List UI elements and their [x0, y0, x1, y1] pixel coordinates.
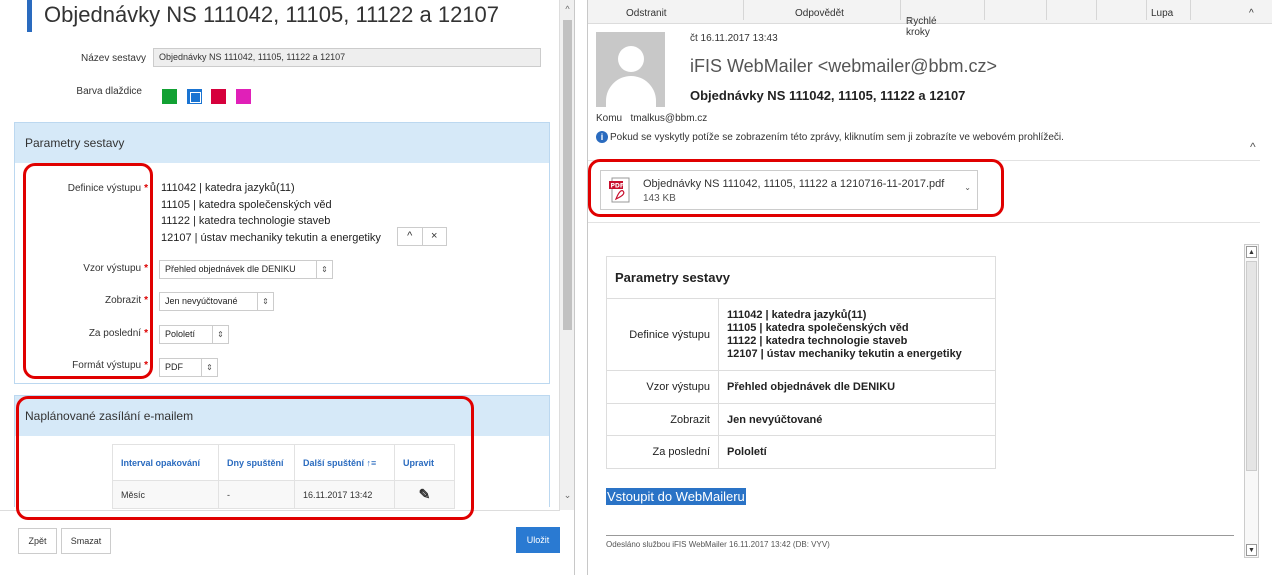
table-row: Parametry sestavy [606, 256, 996, 299]
left-scrollbar[interactable]: ^ ⌄ [559, 0, 574, 510]
report-form-panel: Objednávky NS 111042, 11105, 11122 a 121… [0, 0, 575, 575]
definition-controls: ^ × [397, 227, 447, 246]
collapse-header-icon[interactable]: ^ [1250, 140, 1256, 154]
attachment-divider [588, 222, 1260, 223]
avatar-head-shape [618, 46, 644, 72]
report-name-input[interactable]: Objednávky NS 111042, 11105, 11122 a 121… [153, 48, 541, 67]
message-scrollbar[interactable]: ▲ ▼ [1244, 244, 1259, 558]
email-params-table: Parametry sestavy Definice výstupu 11104… [606, 256, 996, 469]
email-subject: Objednávky NS 111042, 11105, 11122 a 121… [690, 88, 966, 103]
table-row: Zobrazit Jen nevyúčtované [606, 403, 996, 436]
definition-item: 111042 | katedra jazyků(11) [161, 182, 295, 194]
highlight-box-params [23, 163, 153, 379]
za-select[interactable]: Pololetí ⇕ [159, 325, 229, 344]
color-swatch-green[interactable] [162, 89, 177, 104]
info-bar[interactable]: i Pokud se vyskytly potíže se zobrazením … [596, 131, 1064, 143]
format-select[interactable]: PDF ⇕ [159, 358, 218, 377]
ribbon-separator [1146, 0, 1147, 20]
definition-item: 12107 | ústav mechaniky tekutin a energe… [161, 231, 381, 244]
row-value: Jen nevyúčtované [718, 403, 996, 436]
ribbon-separator [984, 0, 985, 20]
page-title: Objednávky NS 111042, 11105, 11122 a 121… [44, 2, 500, 27]
recipient-address[interactable]: tmalkus@bbm.cz [630, 113, 707, 124]
ribbon-zoom[interactable]: Lupa [1151, 8, 1173, 19]
name-label: Název sestavy [80, 53, 146, 64]
highlight-box-schedule [16, 396, 474, 520]
ribbon-reply[interactable]: Odpovědět [795, 8, 844, 19]
color-label: Barva dlaždice [76, 86, 142, 97]
color-swatch-blue[interactable] [187, 89, 202, 104]
ribbon-collapse-icon[interactable]: ^ [1249, 8, 1254, 19]
table-title: Parametry sestavy [606, 256, 996, 299]
definition-list: 111042 | katedra jazyků(11) 11105 | kate… [161, 180, 381, 246]
params-header: Parametry sestavy [15, 123, 549, 163]
row-key: Vzor výstupu [606, 370, 719, 404]
definition-item: 111042 | katedra jazyků(11) [727, 308, 867, 321]
save-button[interactable]: Uložit [516, 527, 560, 553]
ribbon-delete[interactable]: Odstranit [626, 8, 667, 19]
definition-item: 11122 | katedra technologie staveb [727, 334, 908, 347]
scroll-down-icon[interactable]: ▼ [1246, 544, 1257, 556]
sender-avatar [596, 32, 665, 107]
definition-item: 12107 | ústav mechaniky tekutin a energe… [727, 347, 962, 360]
back-button[interactable]: Zpět [18, 528, 57, 554]
table-row: Vzor výstupu Přehled objednávek dle DENI… [606, 370, 996, 404]
scroll-down-icon[interactable]: ⌄ [560, 488, 575, 502]
email-reading-pane: Odstranit Odpovědět Rychlé kroky ⊡ Lupa … [587, 0, 1272, 575]
table-row: Za poslední Pololetí [606, 435, 996, 469]
row-key: Definice výstupu [606, 298, 719, 371]
move-up-button[interactable]: ^ [398, 228, 423, 245]
table-row: Definice výstupu 111042 | katedra jazyků… [606, 298, 996, 371]
select-arrows-icon: ⇕ [212, 326, 228, 343]
ribbon-separator [743, 0, 744, 20]
row-key: Za poslední [606, 435, 719, 469]
email-sender[interactable]: iFIS WebMailer <webmailer@bbm.cz> [690, 56, 997, 77]
remove-button[interactable]: × [423, 228, 447, 245]
color-swatch-magenta[interactable] [236, 89, 251, 104]
row-value: Pololetí [718, 435, 996, 469]
avatar-body-shape [606, 76, 656, 107]
ribbon-separator [900, 0, 901, 20]
definition-item: 11105 | katedra společenských věd [161, 198, 332, 211]
definition-item: 11122 | katedra technologie staveb [161, 215, 331, 227]
scrollbar-thumb[interactable] [1246, 261, 1257, 471]
definition-item: 11105 | katedra společenských věd [727, 321, 909, 334]
row-value: Přehled objednávek dle DENIKU [718, 370, 996, 404]
email-footer: Odesláno službou iFIS WebMailer 16.11.20… [606, 540, 830, 549]
scroll-up-icon[interactable]: ▲ [1246, 246, 1257, 258]
zobrazit-select[interactable]: Jen nevyúčtované ⇕ [159, 292, 274, 311]
info-icon: i [596, 131, 608, 143]
color-swatch-red[interactable] [211, 89, 226, 104]
ribbon-separator [1096, 0, 1097, 20]
ribbon-separator [1046, 0, 1047, 20]
row-value: 111042 | katedra jazyků(11) 11105 | kate… [718, 298, 996, 371]
ribbon-separator [1190, 0, 1191, 20]
title-accent-bar [27, 0, 32, 32]
webmailer-link[interactable]: Vstoupit do WebMaileru [606, 488, 746, 505]
scroll-up-icon[interactable]: ^ [560, 2, 575, 16]
highlight-box-attachment [588, 159, 1004, 217]
vzor-select[interactable]: Přehled objednávek dle DENIKU ⇕ [159, 260, 333, 279]
email-date: čt 16.11.2017 13:43 [690, 33, 778, 44]
ribbon-toolbar: Odstranit Odpovědět Rychlé kroky ⊡ Lupa … [588, 0, 1272, 38]
select-arrows-icon: ⇕ [201, 359, 217, 376]
row-key: Zobrazit [606, 403, 719, 436]
expand-icon: ⊡ [906, 16, 913, 25]
delete-button[interactable]: Smazat [61, 528, 111, 554]
email-recipient: Komu tmalkus@bbm.cz [596, 113, 708, 124]
footer-divider [606, 535, 1234, 536]
select-arrows-icon: ⇕ [257, 293, 273, 310]
scrollbar-thumb[interactable] [563, 20, 572, 330]
select-arrows-icon: ⇕ [316, 261, 332, 278]
